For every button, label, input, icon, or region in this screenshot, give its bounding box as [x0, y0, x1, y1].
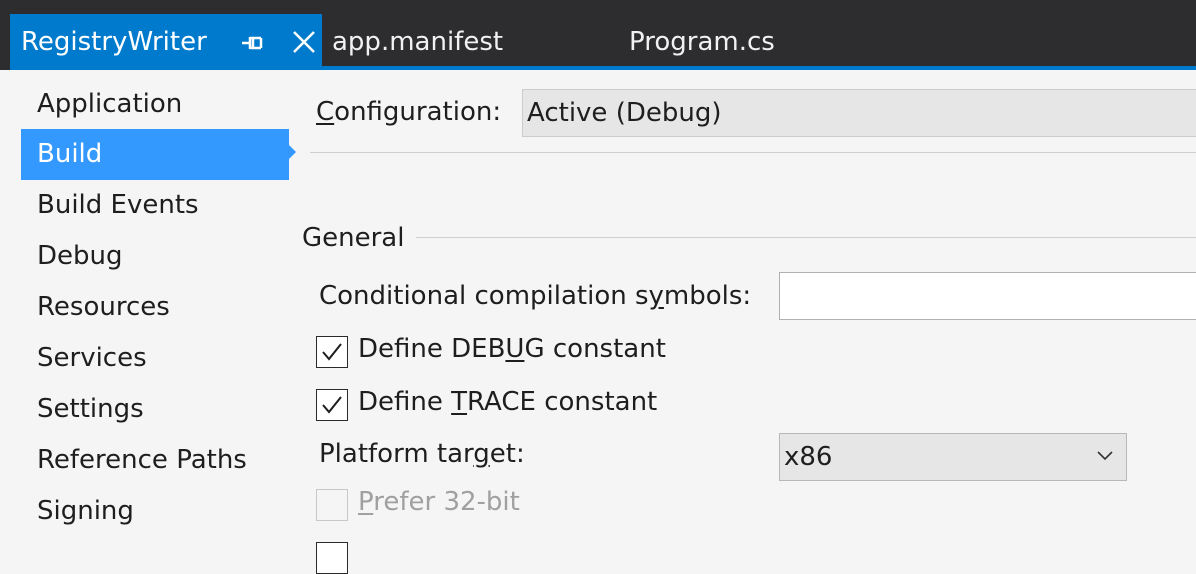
configuration-value: Active (Debug)	[527, 98, 722, 128]
separator	[310, 152, 1196, 153]
tab-label: app.manifest	[332, 27, 504, 57]
nav-item-services[interactable]: Services	[21, 333, 289, 384]
checkmark-icon	[322, 396, 342, 414]
define-trace-label[interactable]: Define TRACE constant	[358, 387, 657, 417]
properties-nav: Application Build Build Events Debug Res…	[10, 70, 300, 551]
tab-app-manifest[interactable]: app.manifest	[332, 14, 503, 70]
platform-target-dropdown[interactable]: x86	[779, 433, 1127, 481]
conditional-symbols-input[interactable]	[779, 272, 1196, 320]
platform-target-label: Platform target:	[319, 439, 525, 469]
tab-label: RegistryWriter	[21, 27, 207, 57]
build-page: Configuration: Active (Debug) General Co…	[302, 70, 1196, 574]
define-debug-label[interactable]: Define DEBUG constant	[358, 334, 666, 364]
close-icon[interactable]	[290, 28, 318, 56]
nav-item-build[interactable]: Build	[21, 129, 289, 180]
nav-item-label: Debug	[37, 241, 123, 271]
partially-visible-checkbox[interactable]	[316, 542, 348, 574]
prefer-32bit-checkbox[interactable]	[316, 489, 348, 521]
nav-item-settings[interactable]: Settings	[21, 384, 289, 435]
define-trace-checkbox[interactable]	[316, 389, 348, 421]
selection-arrow	[289, 145, 296, 159]
nav-item-label: Build Events	[37, 190, 199, 220]
tab-label: Program.cs	[629, 27, 775, 57]
nav-item-label: Resources	[37, 292, 170, 322]
nav-item-label: Build	[37, 139, 103, 169]
nav-item-label: Settings	[37, 394, 144, 424]
group-divider	[416, 237, 1196, 238]
nav-item-resources[interactable]: Resources	[21, 282, 289, 333]
define-debug-checkbox[interactable]	[316, 336, 348, 368]
nav-item-build-events[interactable]: Build Events	[21, 180, 289, 231]
nav-item-reference-paths[interactable]: Reference Paths	[21, 435, 289, 486]
conditional-symbols-label: Conditional compilation symbols:	[319, 281, 752, 311]
checkmark-icon	[322, 343, 342, 361]
pin-icon[interactable]	[239, 30, 267, 56]
nav-item-application[interactable]: Application	[21, 79, 289, 130]
project-properties-panel: Application Build Build Events Debug Res…	[10, 70, 1196, 574]
nav-item-debug[interactable]: Debug	[21, 231, 289, 282]
tab-program-cs[interactable]: Program.cs	[629, 14, 775, 70]
nav-item-label: Application	[37, 89, 183, 119]
tab-registrywriter[interactable]: RegistryWriter	[10, 14, 322, 70]
platform-target-value: x86	[784, 442, 833, 472]
nav-item-label: Services	[37, 343, 147, 373]
configuration-label: Configuration:	[316, 97, 502, 127]
document-tab-strip: RegistryWriter app.manifest Program.cs	[0, 0, 1196, 70]
prefer-32bit-label: Prefer 32-bit	[358, 487, 520, 517]
chevron-down-icon	[1097, 451, 1113, 461]
general-group-title: General	[302, 223, 405, 253]
configuration-dropdown[interactable]: Active (Debug)	[522, 89, 1196, 137]
nav-item-label: Reference Paths	[37, 445, 247, 475]
nav-item-label: Signing	[37, 496, 134, 526]
nav-item-signing[interactable]: Signing	[21, 486, 289, 537]
